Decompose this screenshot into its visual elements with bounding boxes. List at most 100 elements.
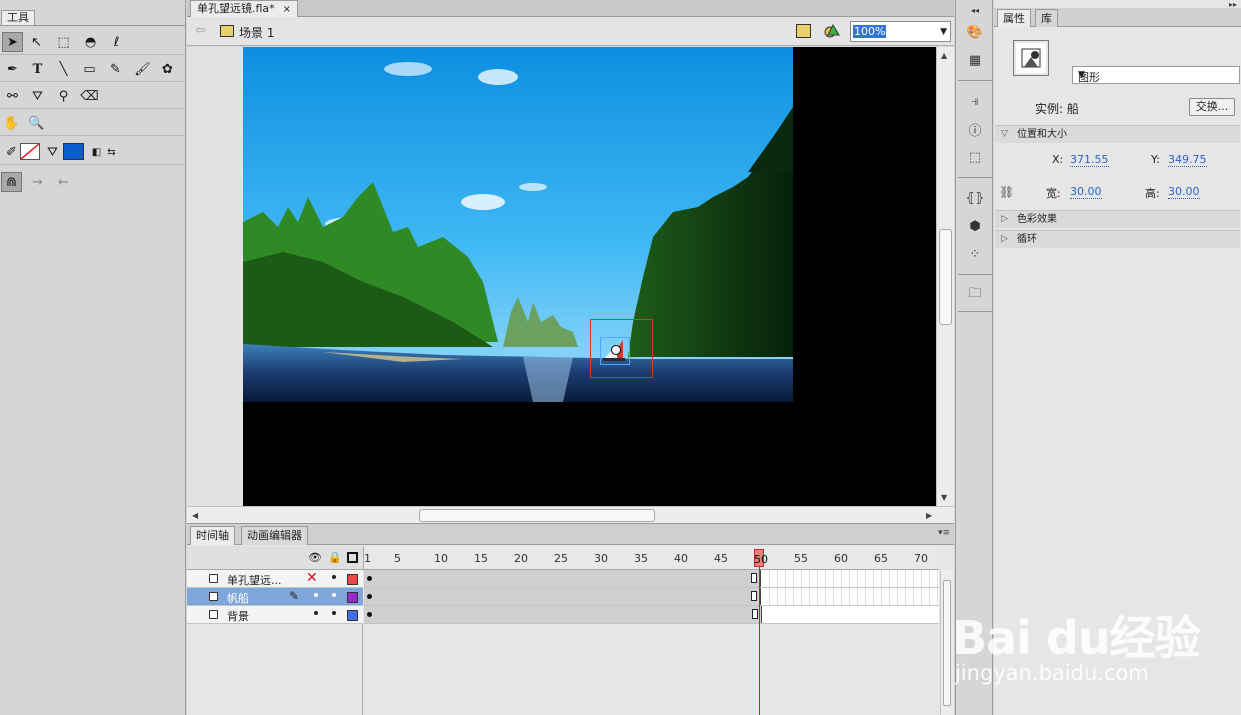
straighten-icon[interactable]: ⇜ xyxy=(53,172,74,192)
lock-dot-icon[interactable] xyxy=(332,575,336,579)
close-tab-icon[interactable]: × xyxy=(283,4,291,15)
visibility-dot-icon[interactable] xyxy=(314,593,318,597)
y-value[interactable]: 349.75 xyxy=(1168,154,1207,167)
visibility-dot-icon[interactable] xyxy=(314,611,318,615)
timeline-scroll-thumb[interactable] xyxy=(943,580,951,706)
scroll-up-icon[interactable]: ▲ xyxy=(941,51,947,60)
swatches-panel-icon[interactable]: ▦ xyxy=(966,52,984,68)
stage-vertical-scrollbar[interactable]: ▲ ▼ xyxy=(936,47,954,506)
hand-tool-icon[interactable]: ✋ xyxy=(1,113,22,133)
lock-dot-icon[interactable] xyxy=(332,593,336,597)
lasso-tool-icon[interactable]: ℓ xyxy=(106,32,127,52)
frame-row[interactable] xyxy=(364,570,939,588)
zoom-select[interactable]: 100% ▼ xyxy=(850,21,951,42)
stage-area[interactable] xyxy=(187,47,936,506)
layer-outline-color[interactable] xyxy=(347,574,358,585)
edit-symbol-icon[interactable] xyxy=(824,23,840,39)
align-panel-icon[interactable]: ⫣ xyxy=(966,93,984,109)
stage-horizontal-scrollbar[interactable]: ◀ ▶ xyxy=(187,506,954,523)
width-value[interactable]: 30.00 xyxy=(1070,186,1102,199)
horizontal-scroll-thumb[interactable] xyxy=(419,509,655,522)
tools-panel-divider xyxy=(0,25,185,26)
tab-properties[interactable]: 属性 xyxy=(997,9,1031,27)
collapse-icon[interactable]: ◂◂ xyxy=(966,2,984,18)
scene-label[interactable]: 场景 1 xyxy=(239,24,274,41)
transform-panel-icon[interactable]: ⬚ xyxy=(966,149,984,165)
layer-outline-color[interactable] xyxy=(347,610,358,621)
document-tab[interactable]: 单孔望远镜.fla* × xyxy=(190,0,299,17)
zoom-tool-icon[interactable]: 🔍 xyxy=(26,113,47,133)
free-transform-tool-icon[interactable]: ⬚ xyxy=(53,32,74,52)
icon-separator xyxy=(958,274,992,275)
hidden-x-icon[interactable]: ✕ xyxy=(306,570,318,586)
paint-bucket-tool-icon[interactable]: ⛛ xyxy=(27,86,48,106)
frame-span[interactable] xyxy=(364,606,762,623)
frame-ruler[interactable]: 1 5 10 15 20 25 30 35 40 45 55 60 65 70 xyxy=(363,546,939,570)
subselection-tool-icon[interactable]: ↖ xyxy=(26,32,47,52)
frame-span[interactable] xyxy=(364,588,761,605)
motion-presets-icon[interactable]: ⁘ xyxy=(966,246,984,262)
deco-tool-icon[interactable]: ✿ xyxy=(157,59,178,79)
link-icon[interactable]: ⛓ xyxy=(999,185,1014,199)
layer-row[interactable]: 背景 xyxy=(187,606,363,624)
tab-motion-editor[interactable]: 动画编辑器 xyxy=(241,526,308,545)
panel-menu-icon[interactable]: ▾≡ xyxy=(938,528,950,538)
line-tool-icon[interactable]: ╲ xyxy=(53,59,74,79)
layer-name: 帆船 xyxy=(227,592,249,605)
frame-number: 40 xyxy=(674,552,688,565)
scroll-down-icon[interactable]: ▼ xyxy=(941,493,947,502)
swap-colors-icon[interactable]: ⇆ xyxy=(101,142,122,162)
brush-tool-icon[interactable]: 🖌 xyxy=(132,59,153,79)
back-arrow-icon[interactable]: ⇦ xyxy=(195,23,206,38)
swap-button[interactable]: 交换... xyxy=(1189,98,1235,116)
frame-row[interactable] xyxy=(364,588,939,606)
lock-all-icon[interactable]: 🔒 xyxy=(328,551,342,564)
color-row: ✐ ⛛ ◧ ⇆ xyxy=(0,139,186,165)
tab-library[interactable]: 库 xyxy=(1035,9,1058,27)
components-panel-icon[interactable]: ⬢ xyxy=(966,218,984,234)
pen-tool-icon[interactable]: ✒ xyxy=(2,59,23,79)
lock-dot-icon[interactable] xyxy=(332,611,336,615)
pencil-tool-icon[interactable]: ✎ xyxy=(105,59,126,79)
project-panel-icon[interactable]: 🗀 xyxy=(966,286,984,303)
tab-timeline[interactable]: 时间轴 xyxy=(190,526,235,545)
layer-icon xyxy=(209,592,218,601)
text-tool-icon[interactable]: T xyxy=(27,59,48,79)
eraser-tool-icon[interactable]: ⌫ xyxy=(79,86,100,106)
edit-scene-icon[interactable] xyxy=(796,24,811,38)
layer-row[interactable]: 单孔望远... ✕ xyxy=(187,570,363,588)
snap-to-objects-icon[interactable]: ⋒ xyxy=(1,172,22,192)
empty-frames[interactable] xyxy=(762,606,939,623)
timeline-panel: 时间轴 动画编辑器 ▾≡ 👁 🔒 1 5 10 15 20 25 30 35 4… xyxy=(187,523,954,715)
layer-outline-color[interactable] xyxy=(347,592,358,603)
section-loop[interactable]: ▷ 循环 xyxy=(995,230,1240,248)
info-panel-icon[interactable]: ⓘ xyxy=(966,121,984,139)
frame-span[interactable] xyxy=(364,570,761,587)
empty-frames[interactable] xyxy=(762,588,939,605)
vertical-scroll-thumb[interactable] xyxy=(939,229,952,325)
rectangle-tool-icon[interactable]: ▭ xyxy=(79,59,100,79)
bone-tool-icon[interactable]: ⚯ xyxy=(2,86,23,106)
outline-all-icon[interactable] xyxy=(347,552,358,563)
height-value[interactable]: 30.00 xyxy=(1168,186,1200,199)
show-hide-all-icon[interactable]: 👁 xyxy=(308,551,322,564)
eyedropper-tool-icon[interactable]: ⚲ xyxy=(53,86,74,106)
selection-tool-icon[interactable]: ➤ xyxy=(2,32,23,52)
section-position-size[interactable]: ▽ 位置和大小 xyxy=(995,125,1240,143)
smooth-icon[interactable]: ⇝ xyxy=(27,172,48,192)
symbol-type-select[interactable]: 图形 ▼ xyxy=(1072,66,1240,84)
3d-rotation-tool-icon[interactable]: ◓ xyxy=(80,32,101,52)
layer-row[interactable]: 帆船 ✎ xyxy=(187,588,363,606)
stroke-color-swatch[interactable] xyxy=(20,143,40,160)
scroll-left-icon[interactable]: ◀ xyxy=(192,511,198,520)
registration-point-icon[interactable] xyxy=(611,345,621,355)
fill-color-swatch[interactable] xyxy=(63,143,84,160)
x-value[interactable]: 371.55 xyxy=(1070,154,1109,167)
frame-row[interactable] xyxy=(364,606,939,624)
keyframe-icon xyxy=(367,612,372,617)
color-panel-icon[interactable]: 🎨 xyxy=(966,24,984,40)
empty-frames[interactable] xyxy=(762,570,939,587)
section-color-effect[interactable]: ▷ 色彩效果 xyxy=(995,210,1240,228)
scroll-right-icon[interactable]: ▶ xyxy=(926,511,932,520)
actions-panel-icon[interactable]: ⦃⦄ xyxy=(965,190,984,206)
